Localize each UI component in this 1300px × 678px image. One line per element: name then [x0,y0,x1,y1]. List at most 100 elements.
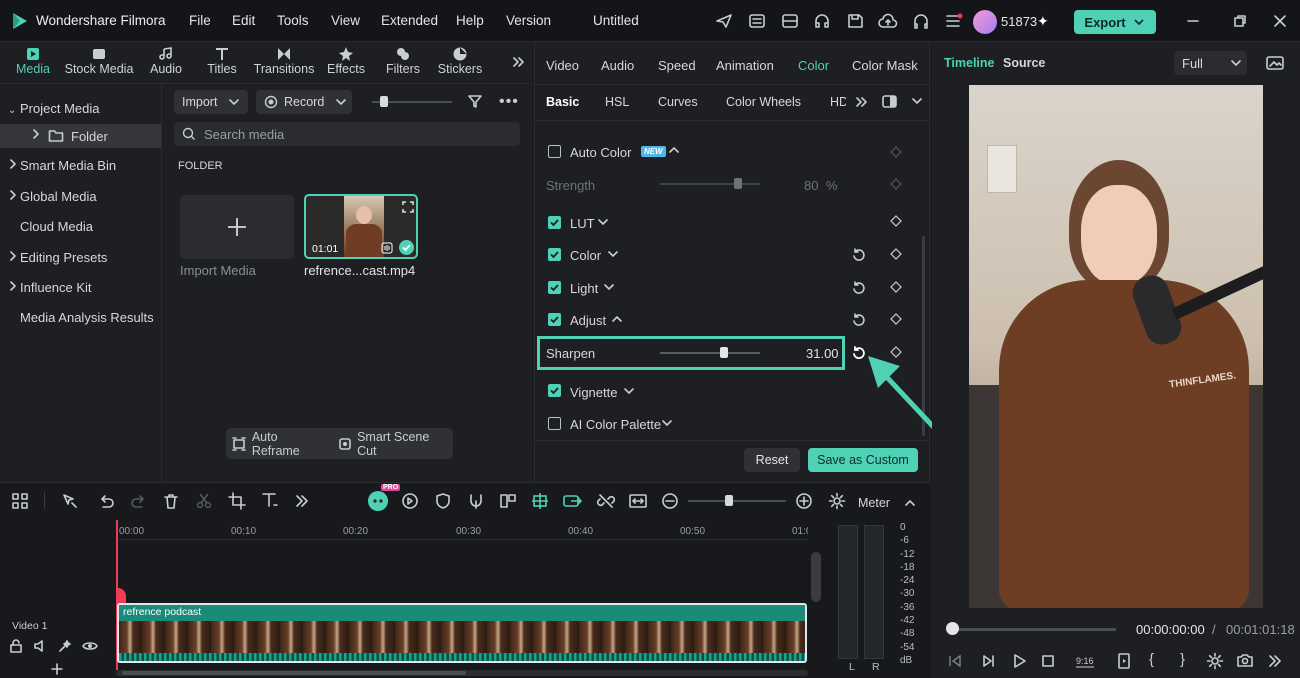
settings-gear-icon[interactable] [1206,652,1224,670]
play-icon[interactable] [1011,653,1027,669]
menu-lines-icon[interactable] [944,12,964,30]
tab-source[interactable]: Source [1003,56,1045,70]
reset-rotate-icon[interactable] [852,281,865,294]
minimize-icon[interactable] [1185,13,1201,29]
sharpen-value[interactable]: 31.00 [806,346,839,361]
sidebar-item-editing-presets[interactable]: Editing Presets [20,250,107,265]
select-tool-icon[interactable] [61,492,79,510]
lut-checkbox[interactable] [548,216,561,229]
sidebar-item-cloud-media[interactable]: Cloud Media [20,219,93,234]
speed-ramp-icon[interactable] [401,492,419,510]
subtab-basic[interactable]: Basic [546,95,579,109]
tab-stickers[interactable]: Stickers [436,46,484,76]
layout-icon[interactable] [781,13,799,29]
render-preview-icon[interactable] [1117,653,1131,669]
tab-filters[interactable]: Filters [381,46,425,76]
menu-view[interactable]: View [331,13,360,28]
headphones-icon[interactable] [912,12,930,30]
cut-scissors-icon[interactable] [195,492,213,510]
vignette-checkbox[interactable] [548,384,561,397]
preview-video-frame[interactable]: THINFLAMES. [969,85,1263,608]
layout-grid-icon[interactable] [11,492,29,510]
mark-out-icon[interactable]: } [1180,651,1185,668]
zoom-in-icon[interactable] [795,492,813,510]
strength-handle[interactable] [734,178,742,189]
auto-ripple-icon[interactable] [563,492,583,510]
search-input[interactable]: Search media [174,122,520,146]
reset-rotate-icon[interactable] [852,248,865,261]
light-checkbox[interactable] [548,281,561,294]
more-tools-icon[interactable] [295,494,309,508]
more-subtabs-icon[interactable] [855,96,867,108]
track-visibility-eye-icon[interactable] [82,639,98,653]
strength-slider[interactable] [660,183,760,185]
subtab-color-wheels[interactable]: Color Wheels [726,95,801,109]
keyframe-diamond-icon[interactable] [890,215,902,227]
adjust-checkbox[interactable] [548,313,561,326]
snap-magnet-icon[interactable] [531,492,549,510]
restore-icon[interactable] [1232,13,1248,29]
sidebar-item-smart-media-bin[interactable]: Smart Media Bin [20,158,116,173]
chevron-up-icon[interactable] [905,499,915,507]
timeline-clip[interactable]: refrence podcast [117,603,807,663]
aspect-ratio-icon[interactable]: 9:16 [1075,653,1095,669]
color-checkbox[interactable] [548,248,561,261]
smart-scene-cut-button[interactable]: Smart Scene Cut [338,430,446,458]
reset-button[interactable]: Reset [744,448,800,472]
tab-titles[interactable]: Titles [200,46,244,76]
tab-color[interactable]: Color [798,58,829,73]
collapse-chevron-icon[interactable] [912,97,922,105]
playback-scrubber[interactable] [946,622,959,635]
more-tabs-icon[interactable] [512,56,524,68]
track-hide-effects-icon[interactable] [58,639,72,653]
sidebar-item-global-media[interactable]: Global Media [20,189,97,204]
chevron-down-icon[interactable] [598,218,608,226]
media-clip-thumbnail[interactable]: 01:01 [304,194,418,259]
ai-color-palette-checkbox[interactable] [548,417,561,430]
stop-icon[interactable] [1041,654,1055,668]
crop-icon[interactable] [228,492,246,510]
unlink-icon[interactable] [597,492,615,510]
camera-snapshot-icon[interactable] [1236,652,1254,668]
sharpen-handle[interactable] [720,347,728,358]
tab-video[interactable]: Video [546,58,579,73]
fit-timeline-icon[interactable] [629,492,647,510]
sharpen-slider[interactable] [660,352,760,354]
tab-animation[interactable]: Animation [716,58,774,73]
tab-color-mask[interactable]: Color Mask [852,58,918,73]
subtab-hsl[interactable]: HSL [605,95,629,109]
keyframe-diamond-icon[interactable] [890,178,902,190]
filter-icon[interactable] [467,93,483,109]
previous-frame-icon[interactable] [947,653,963,669]
meter-label[interactable]: Meter [858,496,890,510]
chevron-down-icon[interactable] [624,387,634,395]
sidebar-item-folder[interactable]: Folder [71,129,108,144]
ai-assistant-icon[interactable] [368,491,388,511]
tab-effects[interactable]: Effects [324,46,368,76]
record-dropdown[interactable]: Record [256,90,352,114]
delete-icon[interactable] [162,492,180,510]
more-options-icon[interactable]: ••• [499,93,519,111]
keyboard-icon[interactable] [748,13,766,29]
reset-rotate-icon[interactable] [852,313,865,326]
chevron-up-icon[interactable] [612,315,622,323]
tab-stock-media[interactable]: Stock Media [62,46,136,76]
chevron-down-icon[interactable] [662,419,672,427]
timeline-vertical-scrollbar[interactable] [811,552,821,602]
tab-media[interactable]: Media [10,46,56,76]
cloud-upload-icon[interactable] [878,12,898,30]
mask-shield-icon[interactable] [434,492,452,510]
play-next-frame-icon[interactable] [980,653,996,669]
chevron-up-icon[interactable] [669,146,679,154]
mark-in-icon[interactable]: { [1149,651,1154,668]
add-track-icon[interactable] [50,662,64,676]
tab-audio-props[interactable]: Audio [601,58,634,73]
save-icon[interactable] [846,12,864,30]
menu-help[interactable]: Help [456,13,484,28]
zoom-out-icon[interactable] [661,492,679,510]
undo-icon[interactable] [97,492,115,510]
keyframe-diamond-icon[interactable] [890,248,902,260]
menu-edit[interactable]: Edit [232,13,255,28]
keyframe-diamond-icon[interactable] [890,313,902,325]
track-audio-icon[interactable] [33,639,47,653]
